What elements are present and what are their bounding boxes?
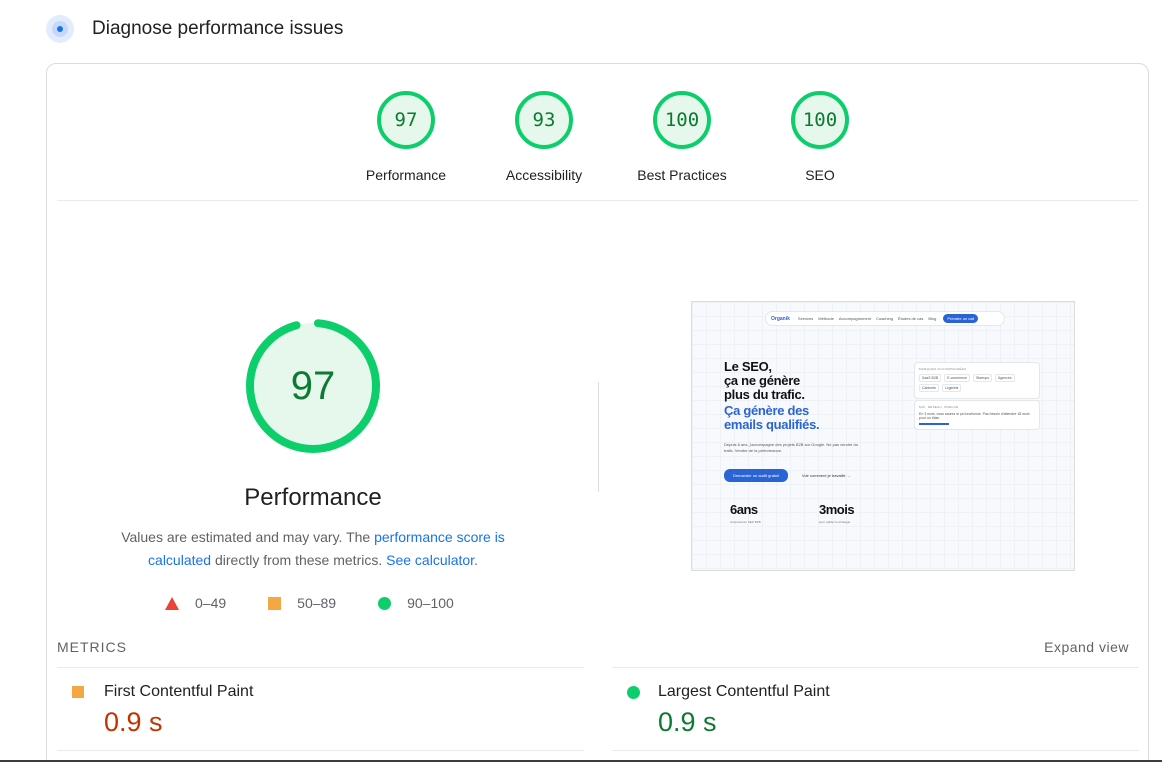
thumb-stat-sub: pour valider la stratégie (819, 520, 851, 524)
gauge-label: Performance (365, 167, 447, 183)
gauge-performance[interactable]: 97 Performance (337, 91, 475, 183)
section-header: Diagnose performance issues (46, 15, 343, 43)
thumb-chip: Cabinets (919, 384, 939, 392)
score-value: 100 (664, 109, 700, 131)
legend-label: 0–49 (195, 595, 227, 611)
score-ring: 97 (377, 91, 435, 149)
thumb-nav-link: Coaching (876, 316, 893, 321)
thumb-nav-link: Accompagnement (838, 316, 872, 321)
metric-divider (612, 750, 1139, 751)
gauge-best-practices[interactable]: 100 Best Practices (613, 91, 751, 183)
see-calculator-link[interactable]: See calculator (386, 552, 474, 568)
gauge-label: SEO (805, 167, 835, 183)
thumb-headline-line: Ça génère des (724, 403, 809, 418)
pass-circle-icon (627, 685, 640, 699)
metric-divider (57, 667, 584, 668)
circle-icon (378, 596, 392, 610)
metric-value: 0.9 s (658, 707, 717, 737)
thumb-stat-sub: d'expérience SEO B2B (730, 520, 761, 524)
score-value: 97 (394, 109, 418, 131)
page-screenshot: Organik Services Méthode Accompagnement … (691, 301, 1075, 571)
desc-text: . (474, 552, 478, 568)
thumb-card-title: MOI, RÉSEAU, PREUVE (919, 405, 959, 409)
metric-label: Largest Contentful Paint (658, 683, 830, 700)
thumb-headline-line: ça ne génère (724, 373, 800, 388)
thumb-chip: Agences (995, 374, 1015, 382)
legend-label: 50–89 (297, 595, 337, 611)
legend-fail: 0–49 (165, 595, 226, 611)
score-ring: 100 (791, 91, 849, 149)
thumb-headline-line: plus du trafic. (724, 387, 805, 402)
score-legend: 0–49 50–89 90–100 (165, 595, 496, 611)
thumb-nav-link: Études de cas (897, 316, 924, 321)
vertical-divider (598, 382, 599, 492)
divider (57, 200, 1138, 201)
section-title: Diagnose performance issues (92, 18, 344, 39)
expand-view-button[interactable]: Expand view (1044, 639, 1129, 655)
metric-largest-contentful-paint: Largest Contentful Paint 0.9 s (627, 683, 830, 738)
thumb-cta-link: Voir comment je travaille → (802, 473, 851, 478)
thumb-headline-line: Le SEO, (724, 359, 772, 374)
thumb-chip: Logiciels (941, 384, 962, 392)
report-card: 97 Performance 93 Accessibility 100 Best… (46, 63, 1149, 762)
performance-score-value: 97 (290, 363, 336, 408)
score-value: 100 (802, 109, 838, 131)
metrics-heading: METRICS (57, 639, 127, 655)
metric-first-contentful-paint: First Contentful Paint 0.9 s (72, 683, 253, 738)
thumb-chip: SaaS B2B (919, 374, 942, 382)
score-ring: 100 (653, 91, 711, 149)
legend-average: 50–89 (268, 595, 336, 611)
thumb-headline-line: emails qualifiés. (724, 417, 820, 432)
score-ring: 93 (515, 91, 573, 149)
thumb-progress-bar (919, 423, 949, 425)
triangle-icon (165, 596, 179, 610)
thumb-headline-accent: Ça génère des emails qualifiés. (724, 403, 820, 432)
metric-divider (612, 667, 1139, 668)
performance-description: Values are estimated and may vary. The p… (103, 526, 523, 572)
lighthouse-icon (46, 15, 74, 43)
desc-text: directly from these metrics. (211, 552, 387, 568)
legend-pass: 90–100 (378, 595, 454, 611)
square-icon (268, 596, 282, 610)
thumb-nav-button: Prendre un call (943, 314, 979, 323)
thumb-paragraph: Depuis 6 ans, j'accompagne des projets B… (724, 442, 858, 453)
performance-title: Performance (244, 484, 382, 511)
gauge-label: Accessibility (505, 167, 583, 183)
gauge-label: Best Practices (637, 167, 727, 183)
metric-label: First Contentful Paint (104, 683, 254, 700)
thumb-card-text: En 3 mois, vous saurez si ça fonctionne.… (919, 412, 1030, 420)
legend-label: 90–100 (407, 595, 454, 611)
metric-divider (57, 750, 584, 751)
thumb-nav-link: Blog (928, 316, 937, 321)
thumb-nav-link: Services (797, 316, 814, 321)
thumb-card-brands: MARQUES ACCOMPAGNÉES SaaS B2B E-commerce… (914, 362, 1040, 399)
thumb-cta-button: Demander un audit gratuit (724, 469, 789, 482)
thumb-chip: Startups (972, 374, 993, 382)
thumb-card-title: MARQUES ACCOMPAGNÉES (919, 367, 967, 371)
category-gauges: 97 Performance 93 Accessibility 100 Best… (337, 91, 889, 183)
thumb-nav-link: Méthode (818, 316, 834, 321)
gauge-seo[interactable]: 100 SEO (751, 91, 889, 183)
thumb-stat: 6ans (730, 502, 758, 517)
metric-value: 0.9 s (104, 707, 163, 737)
thumb-brand: Organik (771, 315, 790, 322)
thumb-stat: 3mois (819, 502, 855, 517)
score-value: 93 (532, 109, 556, 131)
desc-text: Values are estimated and may vary. The (121, 529, 375, 545)
average-square-icon (72, 686, 84, 698)
thumb-headline: Le SEO, ça ne génère plus du trafic. (724, 360, 805, 402)
thumb-navbar: Organik Services Méthode Accompagnement … (765, 311, 1005, 326)
thumb-card-proof: MOI, RÉSEAU, PREUVE En 3 mois, vous saur… (914, 400, 1040, 430)
gauge-accessibility[interactable]: 93 Accessibility (475, 91, 613, 183)
thumb-chip: E-commerce (944, 374, 970, 382)
